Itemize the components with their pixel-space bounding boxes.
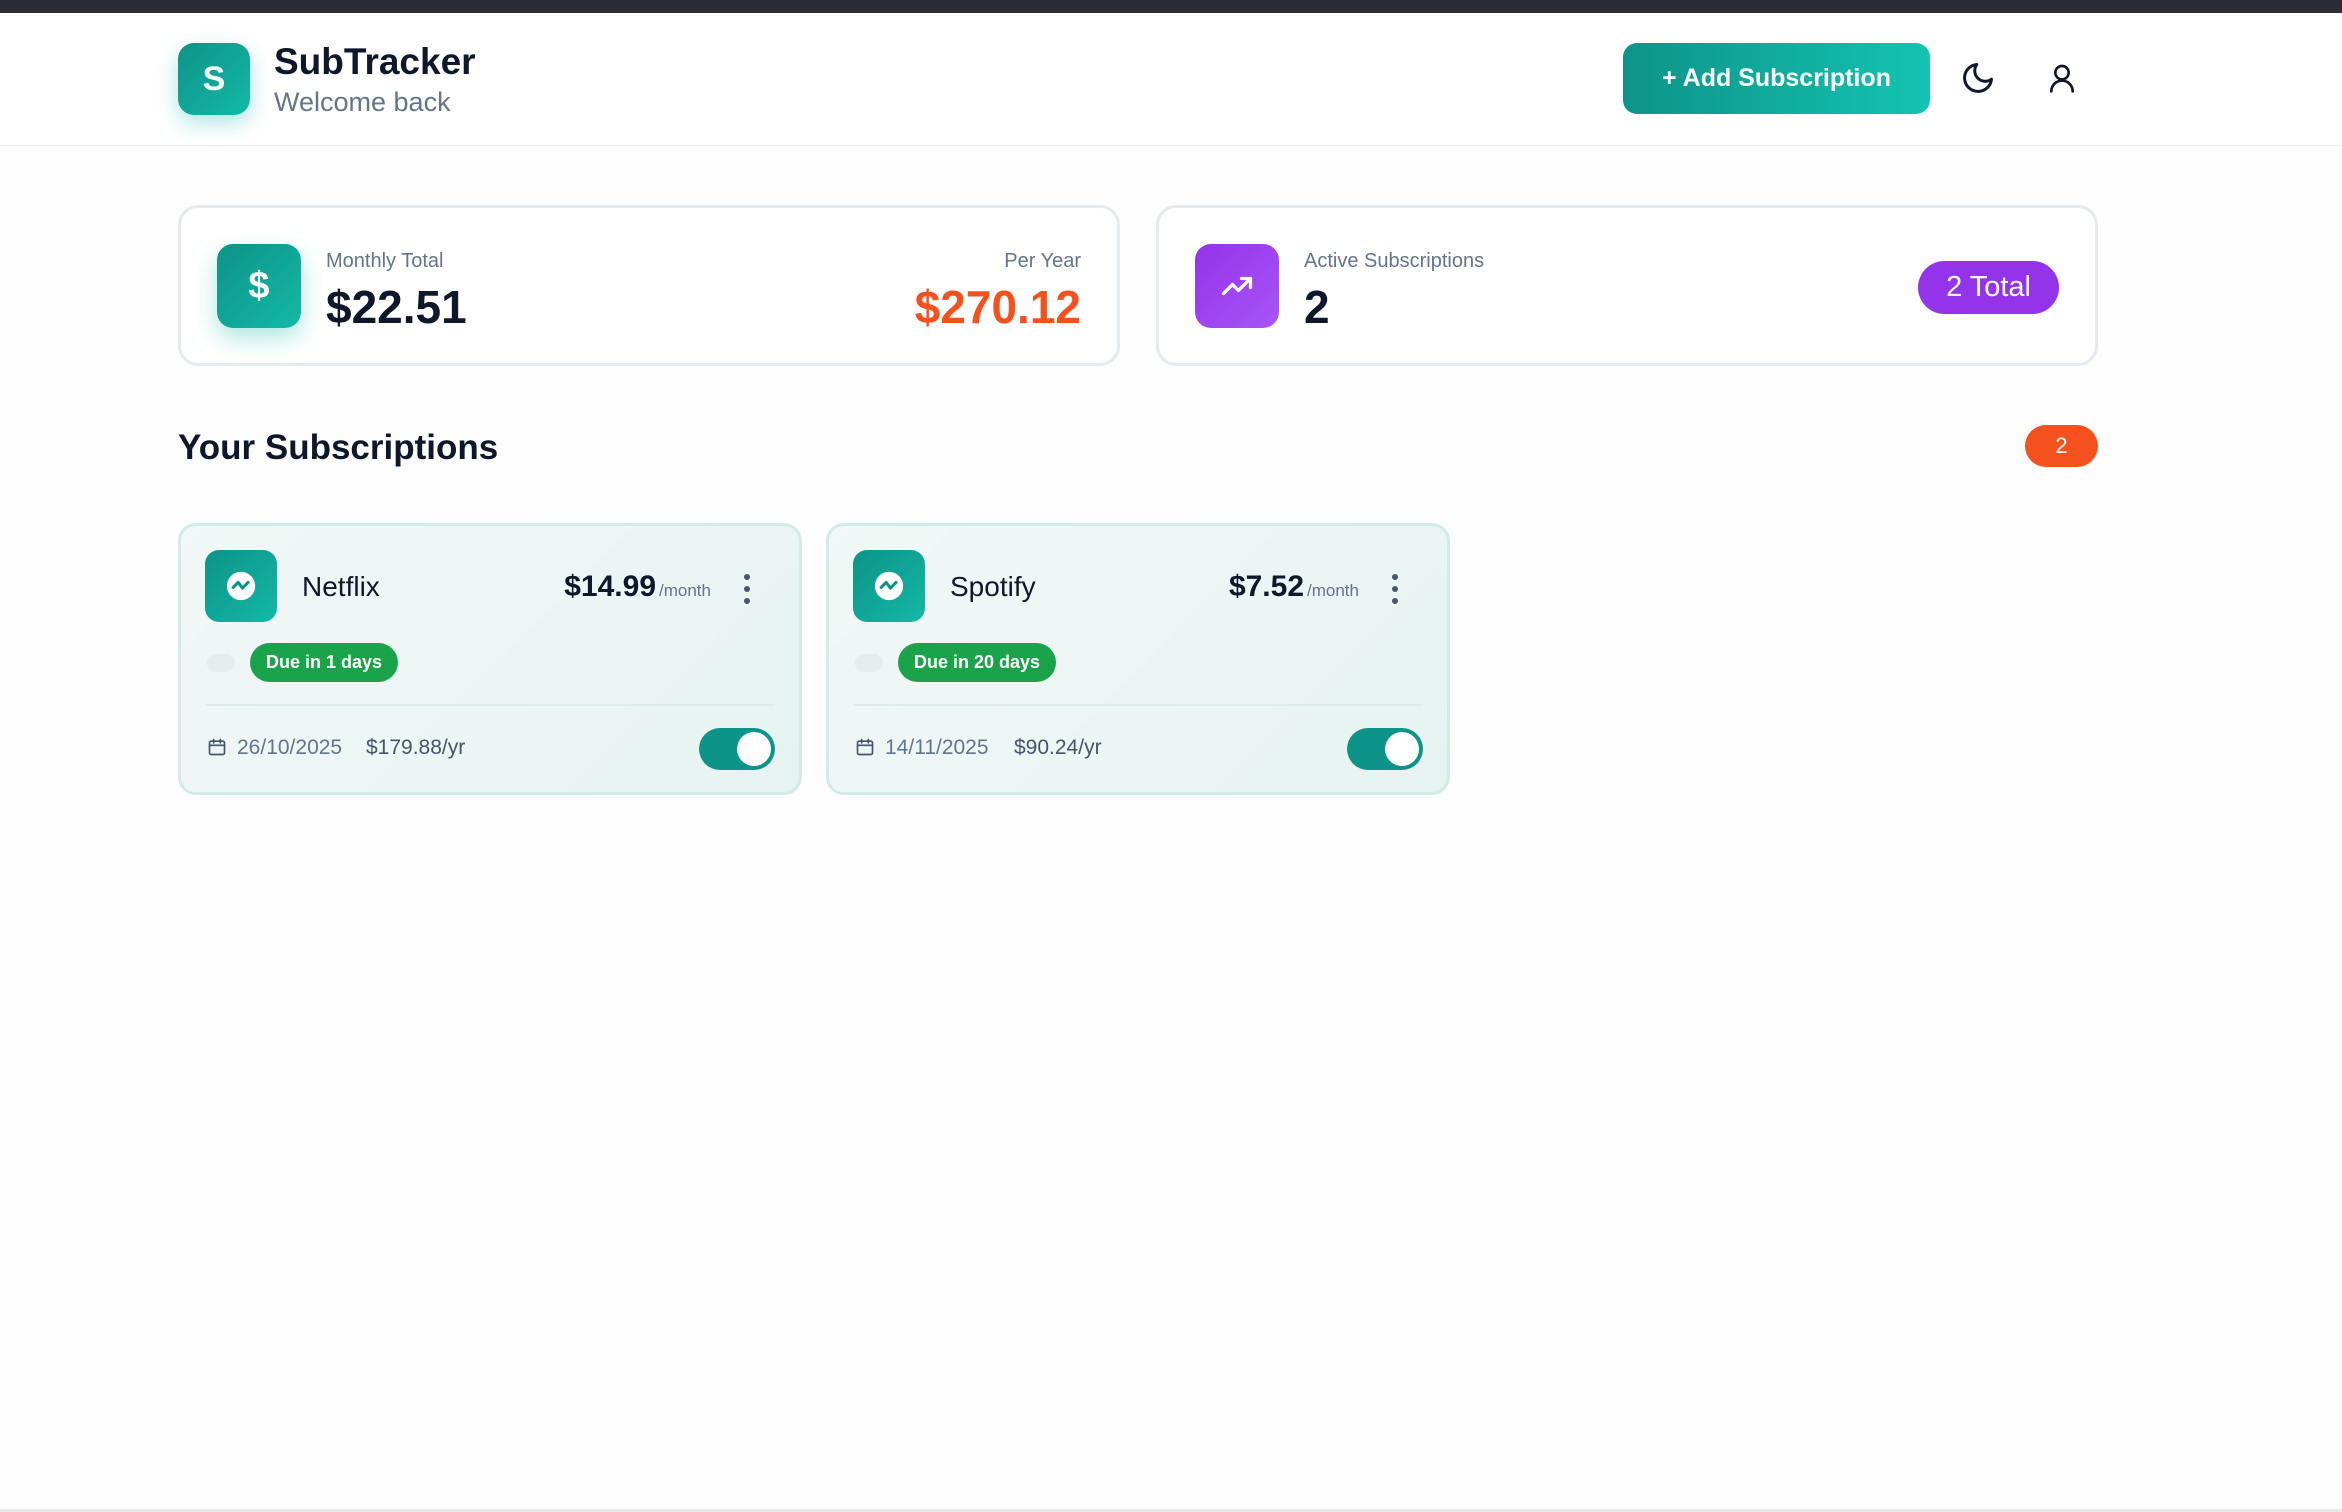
next-billing-date: 26/10/2025 [237, 736, 343, 759]
price-period: /month [1307, 581, 1359, 600]
subscription-card-netflix[interactable]: Netflix $14.99 /month Due in 1 days 26/1… [178, 523, 802, 795]
theme-toggle-button[interactable] [1956, 56, 2000, 100]
card-divider [205, 704, 775, 706]
dollar-icon: $ [217, 244, 301, 328]
subscription-name: Netflix [302, 571, 380, 602]
app-title: SubTracker [274, 41, 476, 82]
app-logo: S [178, 43, 250, 115]
price-amount: $7.52 [1228, 570, 1305, 603]
due-badge: Due in 20 days [898, 643, 1057, 682]
status-indicator [855, 654, 883, 672]
subscription-count-badge: 2 [2025, 425, 2098, 467]
price-amount: $14.99 [564, 570, 657, 603]
active-subscriptions-card: Active Subscriptions 2 2 Total [1156, 205, 2098, 366]
app-header: S SubTracker Welcome back + Add Subscrip… [0, 13, 2342, 146]
more-options-icon[interactable] [1389, 574, 1401, 604]
active-subscriptions-label: Active Subscriptions [1304, 250, 1485, 272]
monthly-total-value: $22.51 [326, 281, 467, 333]
yearly-cost: $179.88/yr [366, 736, 466, 759]
calendar-icon [856, 738, 874, 756]
yearly-cost: $90.24/yr [1014, 736, 1102, 759]
per-year-label: Per Year [1004, 250, 1081, 272]
subscription-price: $14.99 /month [564, 570, 711, 604]
section-title: Your Subscriptions [178, 428, 499, 467]
user-icon [2050, 64, 2074, 93]
active-toggle[interactable] [1347, 728, 1423, 770]
service-icon [205, 550, 277, 622]
user-profile-button[interactable] [2040, 56, 2084, 100]
next-billing-date: 14/11/2025 [885, 736, 989, 759]
status-indicator [207, 654, 235, 672]
active-subscriptions-value: 2 [1304, 281, 1330, 333]
calendar-icon [208, 738, 226, 756]
total-badge: 2 Total [1918, 261, 2059, 314]
welcome-subtitle: Welcome back [274, 87, 451, 117]
service-icon [853, 550, 925, 622]
toggle-knob [1385, 732, 1419, 766]
active-toggle[interactable] [699, 728, 775, 770]
monthly-total-label: Monthly Total [326, 250, 444, 272]
add-subscription-button[interactable]: + Add Subscription [1623, 43, 1930, 114]
subscription-name: Spotify [950, 571, 1036, 602]
due-badge: Due in 1 days [250, 643, 399, 682]
subscription-card-spotify[interactable]: Spotify $7.52 /month Due in 20 days 14/1… [826, 523, 1450, 795]
subscription-price: $7.52 /month [1229, 570, 1359, 604]
monthly-total-card: $ Monthly Total $22.51 Per Year $270.12 [178, 205, 1120, 366]
browser-top-strip [0, 0, 2342, 13]
toggle-knob [737, 732, 771, 766]
per-year-value: $270.12 [914, 281, 1081, 333]
moon-icon [1963, 63, 1993, 93]
more-options-icon[interactable] [741, 574, 753, 604]
card-divider [853, 704, 1423, 706]
price-period: /month [659, 581, 711, 600]
trending-up-icon [1195, 244, 1279, 328]
